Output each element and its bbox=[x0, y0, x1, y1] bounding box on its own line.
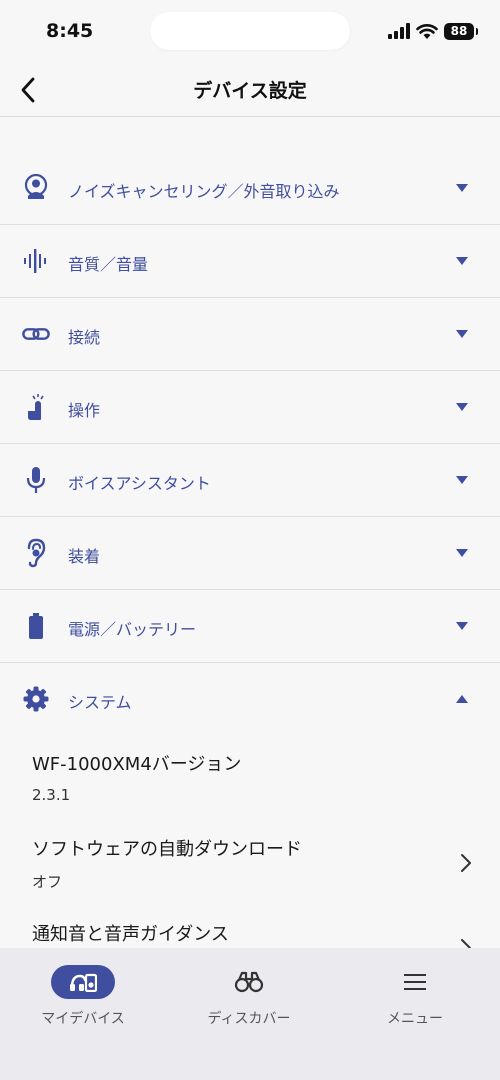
section-operation[interactable]: 操作 bbox=[0, 371, 500, 444]
system-item-auto-download[interactable]: ソフトウェアの自動ダウンロード オフ bbox=[32, 835, 472, 892]
headphones-device-icon bbox=[70, 973, 97, 992]
version-value: 2.3.1 bbox=[32, 786, 71, 804]
section-system[interactable]: システム bbox=[0, 663, 500, 736]
section-wearing[interactable]: 装着 bbox=[0, 517, 500, 590]
caret-down-icon bbox=[456, 549, 468, 557]
nav-icon-wrap bbox=[383, 965, 447, 999]
system-item-notification-sound[interactable]: 通知音と音声ガイダンス bbox=[32, 920, 472, 957]
nav-menu[interactable]: メニュー bbox=[332, 948, 498, 1048]
nav-icon-wrap bbox=[217, 965, 281, 999]
caret-up-icon bbox=[456, 695, 468, 703]
caret-down-icon bbox=[456, 330, 468, 338]
system-item-version: WF-1000XM4バージョン 2.3.1 bbox=[32, 750, 472, 804]
ear-icon bbox=[22, 538, 50, 568]
settings-section-list: ノイズキャンセリング／外音取り込み 音質／音量 接続 操作 ボイスアシスタント … bbox=[0, 152, 500, 736]
status-bar: 8:45 88 bbox=[0, 0, 500, 62]
person-noise-icon bbox=[22, 174, 50, 202]
version-title: WF-1000XM4バージョン bbox=[32, 754, 242, 775]
section-voice-assistant[interactable]: ボイスアシスタント bbox=[0, 444, 500, 517]
nav-active-pill bbox=[51, 965, 115, 999]
gear-icon bbox=[22, 685, 50, 713]
nav-discover[interactable]: ディスカバー bbox=[166, 948, 332, 1048]
caret-down-icon bbox=[456, 403, 468, 411]
soundwave-icon bbox=[22, 247, 50, 275]
section-label: 接続 bbox=[68, 328, 101, 347]
section-label: 音質／音量 bbox=[68, 255, 149, 274]
section-sound-quality[interactable]: 音質／音量 bbox=[0, 225, 500, 298]
dynamic-island bbox=[150, 12, 350, 50]
menu-icon bbox=[404, 974, 426, 990]
wifi-icon bbox=[416, 23, 438, 39]
caret-down-icon bbox=[456, 476, 468, 484]
status-icons: 88 bbox=[388, 21, 478, 41]
chevron-right-icon bbox=[461, 854, 471, 872]
microphone-icon bbox=[22, 466, 50, 494]
nav-label: メニュー bbox=[387, 1011, 443, 1027]
section-power-battery[interactable]: 電源／バッテリー bbox=[0, 590, 500, 663]
link-icon bbox=[22, 320, 50, 348]
cellular-signal-icon bbox=[388, 23, 410, 39]
nav-label: ディスカバー bbox=[207, 1011, 291, 1027]
section-label: 操作 bbox=[68, 401, 101, 420]
caret-down-icon bbox=[456, 184, 468, 192]
page-title: デバイス設定 bbox=[193, 80, 307, 102]
section-label: 装着 bbox=[68, 547, 101, 566]
bottom-navigation: マイデバイス ディスカバー メニュー bbox=[0, 948, 500, 1080]
section-label: ボイスアシスタント bbox=[68, 474, 211, 493]
binoculars-icon bbox=[234, 971, 264, 993]
section-label: ノイズキャンセリング／外音取り込み bbox=[68, 182, 340, 201]
section-label: システム bbox=[68, 693, 132, 712]
section-label: 電源／バッテリー bbox=[68, 620, 197, 639]
nav-label: マイデバイス bbox=[41, 1011, 125, 1027]
section-noise-cancelling[interactable]: ノイズキャンセリング／外音取り込み bbox=[0, 152, 500, 225]
section-connection[interactable]: 接続 bbox=[0, 298, 500, 371]
nav-my-device[interactable]: マイデバイス bbox=[0, 948, 166, 1048]
tap-icon bbox=[22, 393, 50, 421]
header: デバイス設定 bbox=[0, 62, 500, 117]
battery-icon bbox=[22, 612, 50, 640]
auto-download-title: ソフトウェアの自動ダウンロード bbox=[32, 839, 302, 860]
caret-down-icon bbox=[456, 257, 468, 265]
auto-download-value: オフ bbox=[32, 873, 63, 891]
caret-down-icon bbox=[456, 622, 468, 630]
notification-sound-title: 通知音と音声ガイダンス bbox=[32, 924, 229, 945]
status-time: 8:45 bbox=[46, 20, 94, 42]
battery-indicator: 88 bbox=[444, 22, 478, 40]
